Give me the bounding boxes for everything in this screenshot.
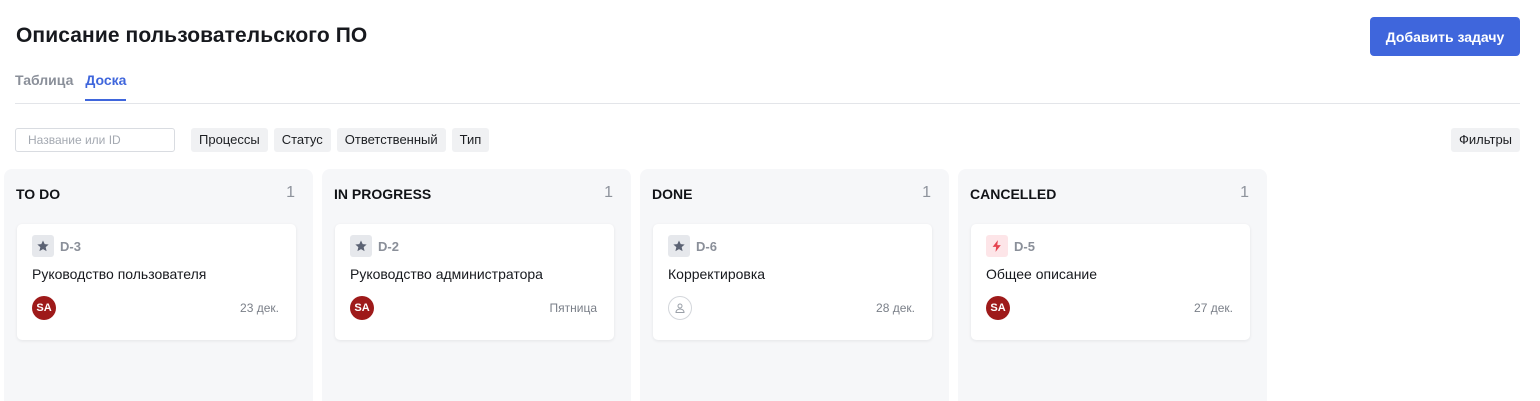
board-columns: TO DO 1 D-3 Руководство пользователя SA … (4, 169, 1267, 401)
filter-status-button[interactable]: Статус (273, 128, 331, 152)
column-cancelled: CANCELLED 1 D-5 Общее описание SA 27 дек… (958, 169, 1267, 401)
column-in-progress: IN PROGRESS 1 D-2 Руководство администра… (322, 169, 631, 401)
task-card[interactable]: D-3 Руководство пользователя SA 23 дек. (17, 224, 296, 340)
add-task-button[interactable]: Добавить задачу (1370, 17, 1520, 56)
column-count: 1 (604, 184, 613, 201)
filter-processes-button[interactable]: Процессы (191, 128, 268, 152)
task-title: Руководство пользователя (32, 266, 207, 282)
task-title: Корректировка (668, 266, 766, 282)
unassigned-avatar[interactable] (668, 296, 692, 320)
lightning-icon (986, 235, 1008, 257)
filter-chips: Процессы Статус Ответственный Тип (191, 128, 490, 152)
assignee-avatar[interactable]: SA (350, 296, 374, 320)
task-title: Общее описание (986, 266, 1098, 282)
star-icon (350, 235, 372, 257)
task-id: D-5 (1014, 239, 1035, 254)
task-id: D-2 (378, 239, 399, 254)
user-icon (675, 303, 685, 313)
task-id: D-3 (60, 239, 81, 254)
column-todo: TO DO 1 D-3 Руководство пользователя SA … (4, 169, 313, 401)
filters-button[interactable]: Фильтры (1451, 128, 1521, 152)
column-title: CANCELLED (970, 186, 1057, 202)
tab-table[interactable]: Таблица (15, 72, 73, 101)
view-tabs: Таблица Доска (15, 72, 127, 101)
filter-type-button[interactable]: Тип (451, 128, 490, 152)
task-id: D-6 (696, 239, 717, 254)
filter-assignee-button[interactable]: Ответственный (336, 128, 446, 152)
assignee-avatar[interactable]: SA (32, 296, 56, 320)
tab-board[interactable]: Доска (85, 72, 127, 101)
column-title: TO DO (16, 186, 61, 202)
star-icon (668, 235, 690, 257)
star-icon (32, 235, 54, 257)
column-count: 1 (922, 184, 931, 201)
column-count: 1 (1240, 184, 1249, 201)
tabs-divider (15, 103, 1520, 104)
assignee-avatar[interactable]: SA (986, 296, 1010, 320)
search-input[interactable] (15, 128, 175, 152)
task-title: Руководство администратора (350, 266, 543, 282)
task-card[interactable]: D-2 Руководство администратора SA Пятниц… (335, 224, 614, 340)
due-date: 27 дек. (1194, 301, 1233, 315)
task-card[interactable]: D-6 Корректировка 28 дек. (653, 224, 932, 340)
column-count: 1 (286, 184, 295, 201)
due-date: 28 дек. (876, 301, 915, 315)
task-card[interactable]: D-5 Общее описание SA 27 дек. (971, 224, 1250, 340)
column-title: DONE (652, 186, 693, 202)
due-date: Пятница (549, 301, 598, 315)
due-date: 23 дек. (240, 301, 279, 315)
column-done: DONE 1 D-6 Корректировка 28 дек. (640, 169, 949, 401)
page-title: Описание пользовательского ПО (16, 24, 368, 47)
column-title: IN PROGRESS (334, 186, 432, 202)
